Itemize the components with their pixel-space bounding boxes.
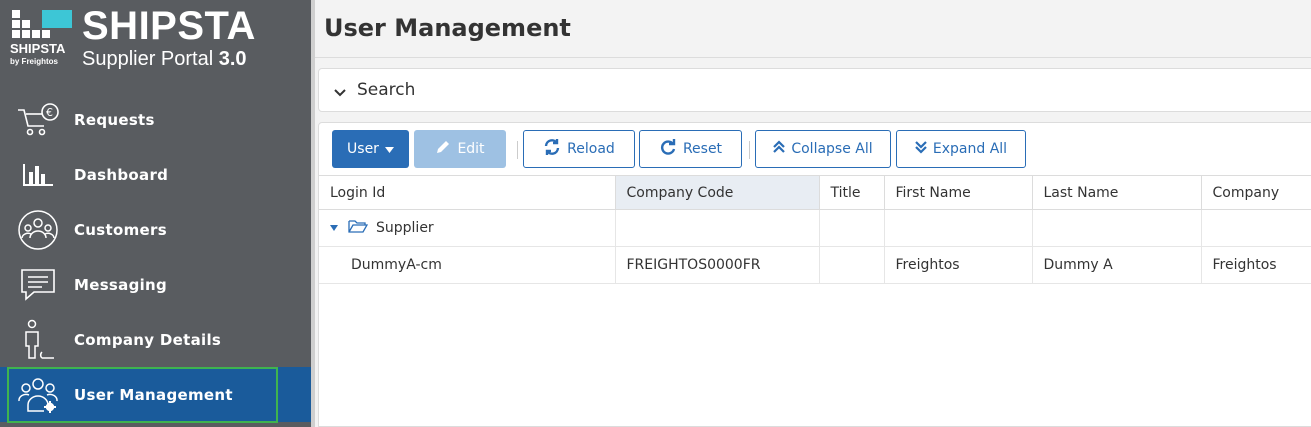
table-header-row: Login Id Company Code Title First Name L… — [319, 175, 1311, 210]
sidebar-item-dashboard[interactable]: Dashboard — [0, 147, 311, 202]
folder-open-icon — [348, 219, 369, 237]
cell-title — [819, 246, 885, 284]
sidebar-item-requests[interactable]: € Requests — [0, 92, 311, 147]
column-header-last-name[interactable]: Last Name — [1032, 175, 1202, 210]
toolbar-separator — [517, 141, 518, 159]
brand-mark-text: SHIPSTA — [10, 41, 66, 56]
sidebar-item-messaging[interactable]: Messaging — [0, 257, 311, 312]
reload-button-label: Reload — [567, 141, 615, 157]
sidebar-item-label: Customers — [74, 220, 167, 239]
caret-down-icon — [384, 141, 394, 157]
reset-button-label: Reset — [682, 141, 723, 157]
cell-first-name: Freightos — [884, 246, 1033, 284]
expand-all-button[interactable]: Expand All — [896, 130, 1026, 168]
double-chevron-up-icon — [773, 140, 786, 158]
sidebar: SHIPSTA SHIPSTA by Freightos Supplier Po… — [0, 0, 311, 427]
brand-name: SHIPSTA — [82, 4, 256, 48]
brand-portal-text: Supplier Portal 3.0 — [82, 48, 247, 70]
company-person-icon — [16, 318, 60, 362]
page-title: User Management — [324, 14, 571, 42]
cell-last-name: Dummy A — [1032, 246, 1202, 284]
user-grid-panel: User Edit Reload Reset Collapse All Expa… — [318, 122, 1311, 427]
redo-icon — [659, 138, 677, 160]
column-header-company[interactable]: Company — [1201, 175, 1311, 210]
sidebar-item-label: User Management — [74, 385, 233, 404]
toolbar-separator — [749, 141, 750, 159]
group-row-supplier[interactable]: Supplier — [319, 209, 1311, 247]
cart-euro-icon: € — [16, 98, 60, 142]
expand-caret-icon[interactable] — [330, 225, 338, 231]
reset-button[interactable]: Reset — [639, 130, 742, 168]
title-divider — [315, 57, 1311, 58]
collapse-all-button[interactable]: Collapse All — [755, 130, 891, 168]
bar-chart-icon — [16, 153, 60, 197]
group-label: Supplier — [376, 220, 434, 236]
main-content: User Management Search User Edit Reload — [311, 0, 1311, 427]
cell-login-id: DummyA-cm — [319, 246, 616, 284]
sidebar-item-label: Company Details — [74, 330, 222, 349]
collapse-all-label: Collapse All — [791, 141, 873, 157]
users-gear-icon — [16, 373, 60, 417]
pencil-icon — [435, 139, 451, 159]
svg-text:€: € — [46, 106, 53, 119]
user-table: Login Id Company Code Title First Name L… — [319, 175, 1311, 284]
cell-company-code: FREIGHTOS0000FR — [615, 246, 820, 284]
reload-button[interactable]: Reload — [523, 130, 635, 168]
sidebar-item-customers[interactable]: Customers — [0, 202, 311, 257]
chevron-down-icon — [333, 83, 347, 102]
shipsta-logo[interactable]: SHIPSTA SHIPSTA by Freightos Supplier Po… — [8, 4, 308, 76]
column-header-login-id[interactable]: Login Id — [319, 175, 616, 210]
user-button-label: User — [347, 141, 379, 157]
brand-by-text: by Freightos — [10, 57, 59, 66]
reload-icon — [543, 138, 561, 160]
search-panel-header[interactable]: Search — [318, 68, 1311, 112]
customers-icon — [16, 208, 60, 252]
sidebar-item-user-management[interactable]: User Management — [0, 367, 311, 422]
column-header-company-code[interactable]: Company Code — [615, 175, 820, 210]
column-header-first-name[interactable]: First Name — [884, 175, 1033, 210]
cell-company: Freightos — [1201, 246, 1311, 284]
shipsta-logo-mark-icon — [12, 10, 72, 38]
table-row[interactable]: DummyA-cm FREIGHTOS0000FR Freightos Dumm… — [319, 246, 1311, 284]
double-chevron-down-icon — [915, 140, 927, 158]
edit-button[interactable]: Edit — [414, 130, 506, 168]
sidebar-item-company-details[interactable]: Company Details — [0, 312, 311, 367]
message-icon — [16, 263, 60, 307]
sidebar-item-label: Requests — [74, 110, 155, 129]
search-panel-label: Search — [357, 80, 416, 100]
column-header-title[interactable]: Title — [819, 175, 885, 210]
expand-all-label: Expand All — [932, 141, 1008, 157]
group-cell[interactable]: Supplier — [319, 209, 616, 247]
sidebar-item-label: Dashboard — [74, 165, 169, 184]
edit-button-label: Edit — [457, 141, 485, 157]
sidebar-item-label: Messaging — [74, 275, 168, 294]
user-menu-button[interactable]: User — [332, 130, 409, 168]
